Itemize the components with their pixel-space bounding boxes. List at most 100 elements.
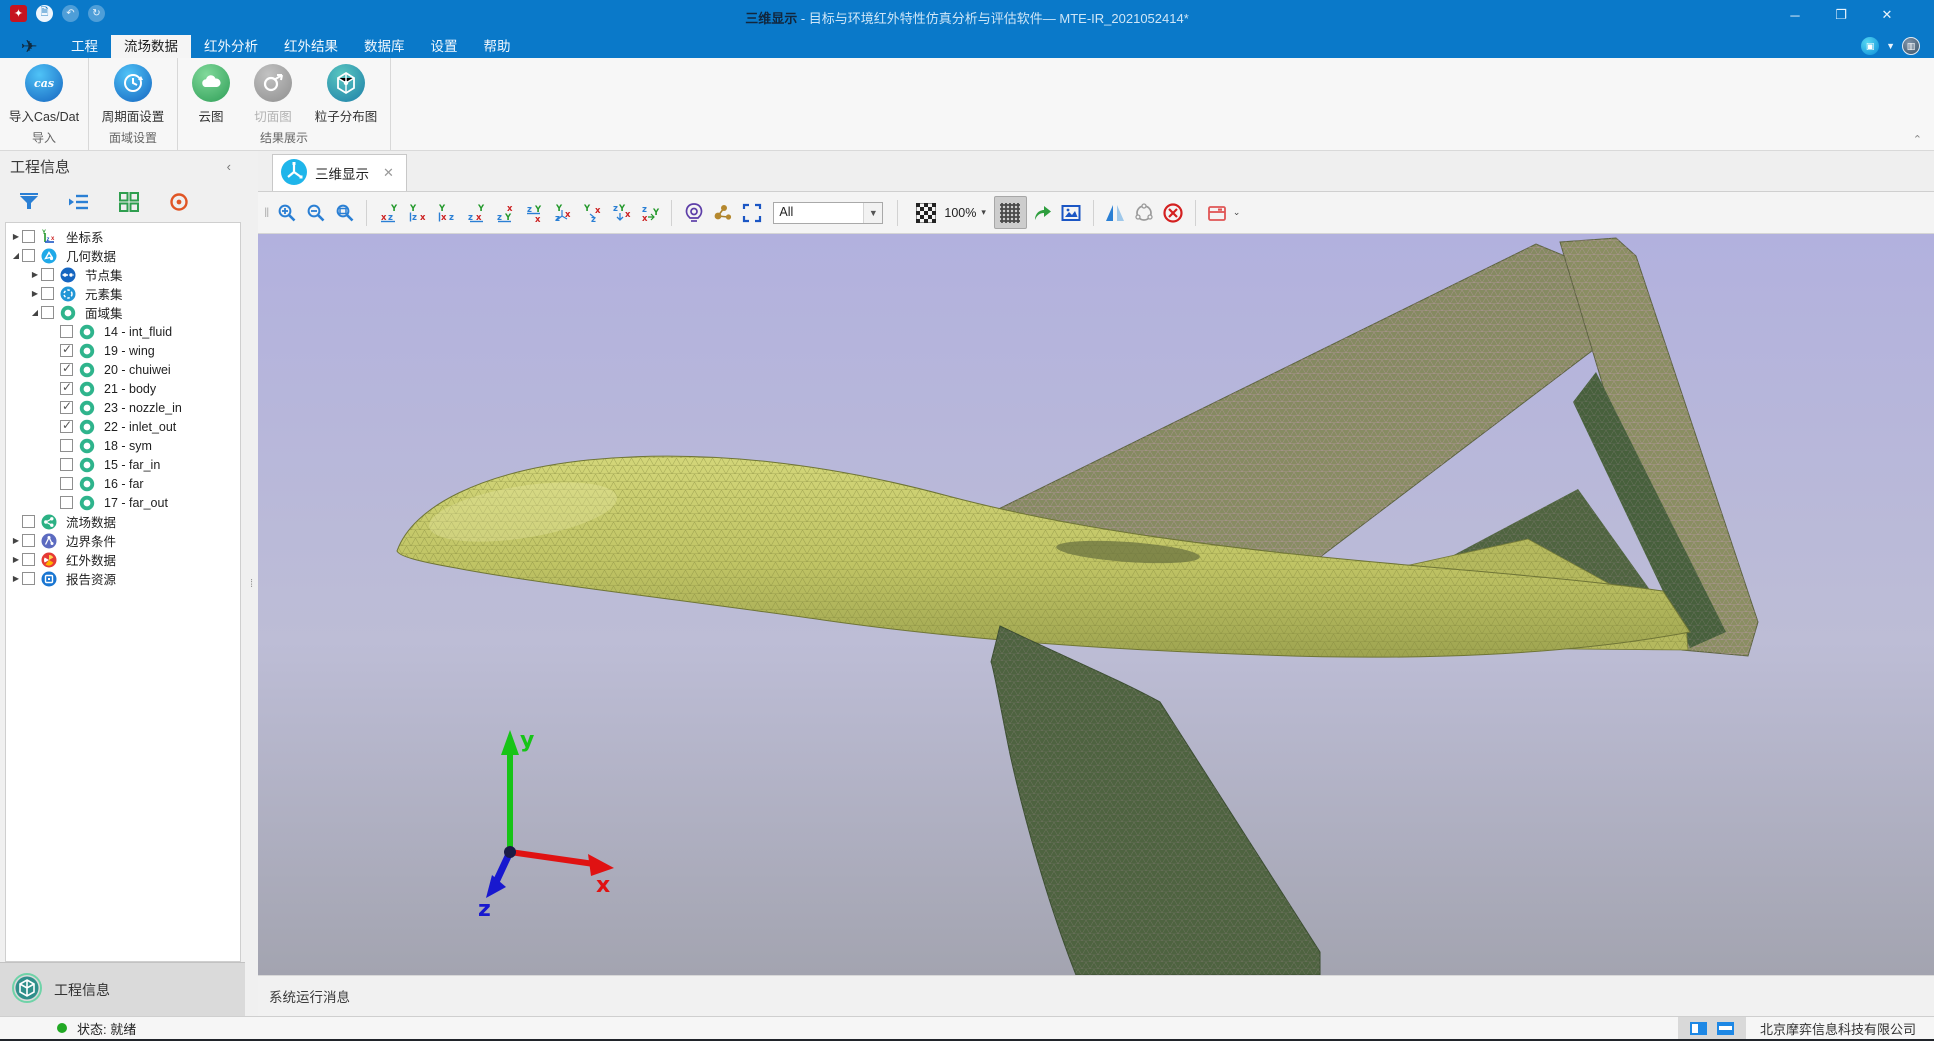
panel-splitter[interactable]: ⁞: [245, 151, 258, 1016]
mirror-button[interactable]: [1102, 199, 1129, 226]
snapshot-button[interactable]: [1058, 199, 1085, 226]
tree-item[interactable]: ▶报告资源: [6, 569, 240, 588]
mesh-toggle-button[interactable]: [994, 196, 1027, 229]
tree-checkbox[interactable]: [60, 363, 73, 376]
zoom-out-button[interactable]: [302, 199, 329, 226]
toolbar-drag-handle[interactable]: ‖: [264, 205, 267, 220]
layout-switch-icon[interactable]: ▥: [1902, 37, 1920, 55]
tree-item[interactable]: 18 - sym: [6, 436, 240, 455]
expander-open-icon[interactable]: ◢: [10, 251, 22, 260]
panel-collapse-button[interactable]: ‹: [223, 159, 235, 174]
view-front-button[interactable]: xzY: [375, 199, 402, 226]
panel-footer-tab[interactable]: 工程信息: [0, 962, 245, 1016]
tree-item[interactable]: 20 - chuiwei: [6, 360, 240, 379]
display-filter-combobox[interactable]: All ▼: [773, 202, 883, 224]
maximize-button[interactable]: ❐: [1818, 0, 1864, 30]
menu-item-5[interactable]: 数据库: [351, 35, 418, 58]
theme-toggle-icon[interactable]: ▣: [1861, 37, 1879, 55]
tree-checkbox[interactable]: [41, 306, 54, 319]
zoom-dropdown-icon[interactable]: ▾: [981, 207, 986, 218]
tree-item[interactable]: 19 - wing: [6, 341, 240, 360]
save-view-dropdown-icon[interactable]: ⌄: [1233, 207, 1241, 218]
close-button[interactable]: ✕: [1864, 0, 1910, 30]
tree-checkbox[interactable]: [22, 572, 35, 585]
tree-checkbox[interactable]: [60, 382, 73, 395]
minimize-button[interactable]: ─: [1772, 0, 1818, 30]
menu-item-7[interactable]: 帮助: [471, 35, 524, 58]
lasso-select-button[interactable]: [1131, 199, 1158, 226]
viewport-3d[interactable]: y x z: [258, 234, 1934, 975]
view-right-button[interactable]: zxY: [462, 199, 489, 226]
expander-open-icon[interactable]: ◢: [29, 308, 41, 317]
tree-item[interactable]: ▶边界条件: [6, 531, 240, 550]
save-view-button[interactable]: [1204, 199, 1231, 226]
chevron-down-icon[interactable]: ▼: [1886, 41, 1895, 51]
combo-dropdown-icon[interactable]: ▼: [863, 203, 882, 223]
view-iso-4-button[interactable]: zxY: [636, 199, 663, 226]
view-iso-3-button[interactable]: zYx: [607, 199, 634, 226]
expander-closed-icon[interactable]: ▶: [29, 289, 41, 298]
view-iso-1-button[interactable]: Yzx: [549, 199, 576, 226]
tree-checkbox[interactable]: [41, 268, 54, 281]
redo-button[interactable]: ↻: [88, 5, 105, 22]
tree-checkbox[interactable]: [22, 230, 35, 243]
view-back-button[interactable]: Yzx: [404, 199, 431, 226]
filter-icon[interactable]: [18, 191, 40, 213]
view-left-button[interactable]: Yxz: [433, 199, 460, 226]
tree-checkbox[interactable]: [22, 515, 35, 528]
ribbon-button-cas[interactable]: cas导入Cas/Dat: [2, 58, 86, 125]
tree-checkbox[interactable]: [22, 534, 35, 547]
ribbon-button-period-clock[interactable]: 周期面设置: [91, 58, 175, 125]
tree-checkbox[interactable]: [22, 553, 35, 566]
zoom-fit-button[interactable]: [331, 199, 358, 226]
tree-item[interactable]: ◢面域集: [6, 303, 240, 322]
view-iso-2-button[interactable]: Yxz: [578, 199, 605, 226]
tree-item[interactable]: ▶元素集: [6, 284, 240, 303]
tree-checkbox[interactable]: [41, 287, 54, 300]
menu-item-1[interactable]: 工程: [58, 35, 111, 58]
expander-closed-icon[interactable]: ▶: [10, 555, 22, 564]
menu-item-4[interactable]: 红外结果: [271, 35, 351, 58]
undo-button[interactable]: ↶: [62, 5, 79, 22]
tree-item[interactable]: ▶节点集: [6, 265, 240, 284]
locate-icon[interactable]: [168, 191, 190, 213]
grid-view-icon[interactable]: [118, 191, 140, 213]
tree-checkbox[interactable]: [60, 496, 73, 509]
share-export-button[interactable]: [1029, 199, 1056, 226]
zoom-level-value[interactable]: 100%: [944, 206, 976, 220]
menu-item-3[interactable]: 红外分析: [191, 35, 271, 58]
tree-item[interactable]: 15 - far_in: [6, 455, 240, 474]
layout-left-icon[interactable]: [1690, 1022, 1707, 1035]
tree-item[interactable]: 14 - int_fluid: [6, 322, 240, 341]
cancel-button[interactable]: [1160, 199, 1187, 226]
tab-3d-display[interactable]: 三维显示 ✕: [272, 154, 407, 191]
tree-checkbox[interactable]: [60, 344, 73, 357]
tree-checkbox[interactable]: [60, 439, 73, 452]
tree-item[interactable]: 23 - nozzle_in: [6, 398, 240, 417]
zoom-in-button[interactable]: [273, 199, 300, 226]
new-file-button[interactable]: 🗎: [36, 5, 53, 22]
box-select-button[interactable]: [738, 199, 765, 226]
tree-item[interactable]: ▶Yzx坐标系: [6, 227, 240, 246]
tree-checkbox[interactable]: [60, 458, 73, 471]
view-bottom-button[interactable]: zYx: [520, 199, 547, 226]
tree-checkbox[interactable]: [60, 401, 73, 414]
ribbon-button-cloud[interactable]: 云图: [180, 58, 242, 125]
tree-checkbox[interactable]: [60, 477, 73, 490]
tab-close-icon[interactable]: ✕: [383, 165, 394, 181]
ribbon-collapse-button[interactable]: ⌃: [1913, 133, 1922, 146]
tree-item[interactable]: 16 - far: [6, 474, 240, 493]
tree-item[interactable]: 21 - body: [6, 379, 240, 398]
tree-item[interactable]: ◢几何数据: [6, 246, 240, 265]
menu-item-6[interactable]: 设置: [418, 35, 471, 58]
view-top-button[interactable]: xzY: [491, 199, 518, 226]
expander-closed-icon[interactable]: ▶: [10, 232, 22, 241]
tree-item[interactable]: 22 - inlet_out: [6, 417, 240, 436]
probe-button[interactable]: [680, 199, 707, 226]
menu-item-2[interactable]: 流场数据: [111, 35, 191, 58]
tree-item[interactable]: ▶红外数据: [6, 550, 240, 569]
expander-closed-icon[interactable]: ▶: [29, 270, 41, 279]
tree-checkbox[interactable]: [22, 249, 35, 262]
tree-checkbox[interactable]: [60, 325, 73, 338]
transparency-button[interactable]: [912, 199, 939, 226]
